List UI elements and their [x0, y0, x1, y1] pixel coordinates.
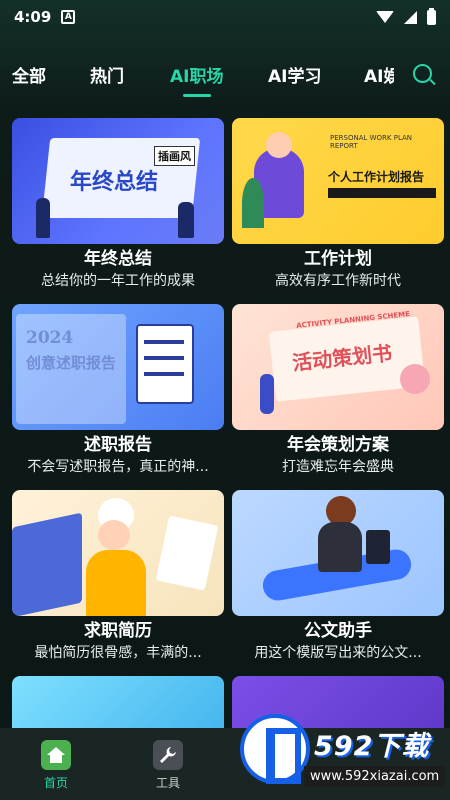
card-title: 年终总结: [84, 249, 152, 269]
template-card-annual-party[interactable]: ACTIVITY PLANNING SCHEME 活动策划书 年会策划方案 打造…: [232, 304, 444, 477]
laptop-illustration: [12, 512, 82, 616]
card-subtitle: 总结你的一年工作的成果: [41, 273, 195, 289]
template-thumbnail: 2024 创意述职报告: [12, 304, 224, 430]
template-thumbnail: [12, 490, 224, 616]
wrench-icon: [153, 740, 183, 770]
tab-all[interactable]: 全部: [12, 62, 46, 87]
template-thumbnail: [232, 490, 444, 616]
card-title: 求职简历: [84, 621, 152, 641]
status-time: 4:09: [14, 8, 52, 26]
figure-illustration: [260, 374, 274, 414]
plant-illustration: [242, 178, 264, 228]
watermark-logo: 592下载 www.592xiazai.com: [232, 706, 450, 800]
notification-icon: A: [61, 10, 76, 24]
template-thumbnail: 年终总结 插画风: [12, 118, 224, 244]
template-card-resume[interactable]: 求职简历 最怕简历很骨感，丰满的...: [12, 490, 224, 663]
watermark-url: www.592xiazai.com: [304, 766, 446, 787]
tab-ai-workplace[interactable]: AI职场: [170, 62, 223, 87]
figure-illustration: [98, 520, 130, 550]
cellular-signal-icon: [404, 10, 417, 24]
home-icon: [41, 740, 71, 770]
nav-tools-label: 工具: [155, 776, 180, 790]
status-icons: [376, 7, 436, 25]
tab-hot[interactable]: 热门: [90, 62, 124, 87]
nav-home-label: 首页: [43, 776, 68, 790]
battery-icon: [427, 7, 436, 25]
card-subtitle: 用这个模版写出来的公文...: [254, 645, 422, 661]
thumbnail-bar: [328, 188, 436, 198]
card-title: 公文助手: [304, 621, 372, 641]
thumbnail-tag: PERSONAL WORK PLAN REPORT: [330, 134, 413, 150]
thumbnail-tag: 插画风: [154, 146, 195, 166]
card-subtitle: 最怕简历很骨感，丰满的...: [34, 645, 202, 661]
nav-home[interactable]: 首页: [26, 740, 86, 791]
watermark-brand: 592下载: [314, 731, 430, 762]
status-bar: 4:09 A: [0, 0, 450, 34]
card-subtitle: 不会写述职报告，真正的神...: [27, 459, 209, 475]
template-card-year-end-summary[interactable]: 年终总结 插画风 年终总结 总结你的一年工作的成果: [12, 118, 224, 291]
card-title: 工作计划: [304, 249, 372, 269]
checklist-line: [144, 356, 184, 360]
card-subtitle: 打造难忘年会盛典: [282, 459, 394, 475]
tab-ai-entertainment[interactable]: AI娱: [364, 62, 394, 87]
watermark-emblem: [240, 714, 310, 784]
figure-illustration: [318, 522, 362, 572]
thumbnail-panel: [16, 314, 126, 424]
paper-illustration: [155, 515, 219, 591]
search-icon[interactable]: [413, 64, 432, 83]
home-icon-svg: [47, 747, 65, 763]
figure-illustration: [36, 198, 50, 238]
wrench-icon-svg: [160, 747, 176, 763]
figure-illustration: [86, 550, 146, 616]
template-thumbnail: PERSONAL WORK PLAN REPORT 个人工作计划报告: [232, 118, 444, 244]
figure-illustration: [178, 202, 194, 238]
tab-ai-study[interactable]: AI学习: [268, 62, 321, 87]
template-card-work-plan[interactable]: PERSONAL WORK PLAN REPORT 个人工作计划报告 工作计划 …: [232, 118, 444, 291]
card-title: 年会策划方案: [287, 435, 389, 455]
template-thumbnail: ACTIVITY PLANNING SCHEME 活动策划书: [232, 304, 444, 430]
card-subtitle: 高效有序工作新时代: [275, 273, 401, 289]
thumbnail-title: 个人工作计划报告: [328, 170, 425, 184]
laptop-illustration: [366, 530, 390, 564]
checklist-illustration: [136, 324, 194, 404]
template-card-document-assistant[interactable]: 公文助手 用这个模版写出来的公文...: [232, 490, 444, 663]
template-card-work-report[interactable]: 2024 创意述职报告 述职报告 不会写述职报告，真正的神...: [12, 304, 224, 477]
nav-tools[interactable]: 工具: [138, 740, 198, 791]
app-screen: 4:09 A 全部 热门 AI职场 AI学习 AI娱 年终总结 插画风 年终总结…: [0, 0, 450, 800]
checklist-line: [144, 372, 184, 376]
figure-illustration: [266, 132, 292, 158]
template-card-partial[interactable]: [12, 676, 224, 736]
checklist-line: [144, 340, 184, 344]
category-tabs: 全部 热门 AI职场 AI学习 AI娱: [0, 48, 450, 100]
pig-illustration: [400, 364, 430, 394]
thumbnail-title: 年终总结: [70, 170, 159, 195]
card-title: 述职报告: [84, 435, 152, 455]
template-thumbnail: [12, 676, 224, 736]
wifi-icon: [376, 11, 394, 23]
